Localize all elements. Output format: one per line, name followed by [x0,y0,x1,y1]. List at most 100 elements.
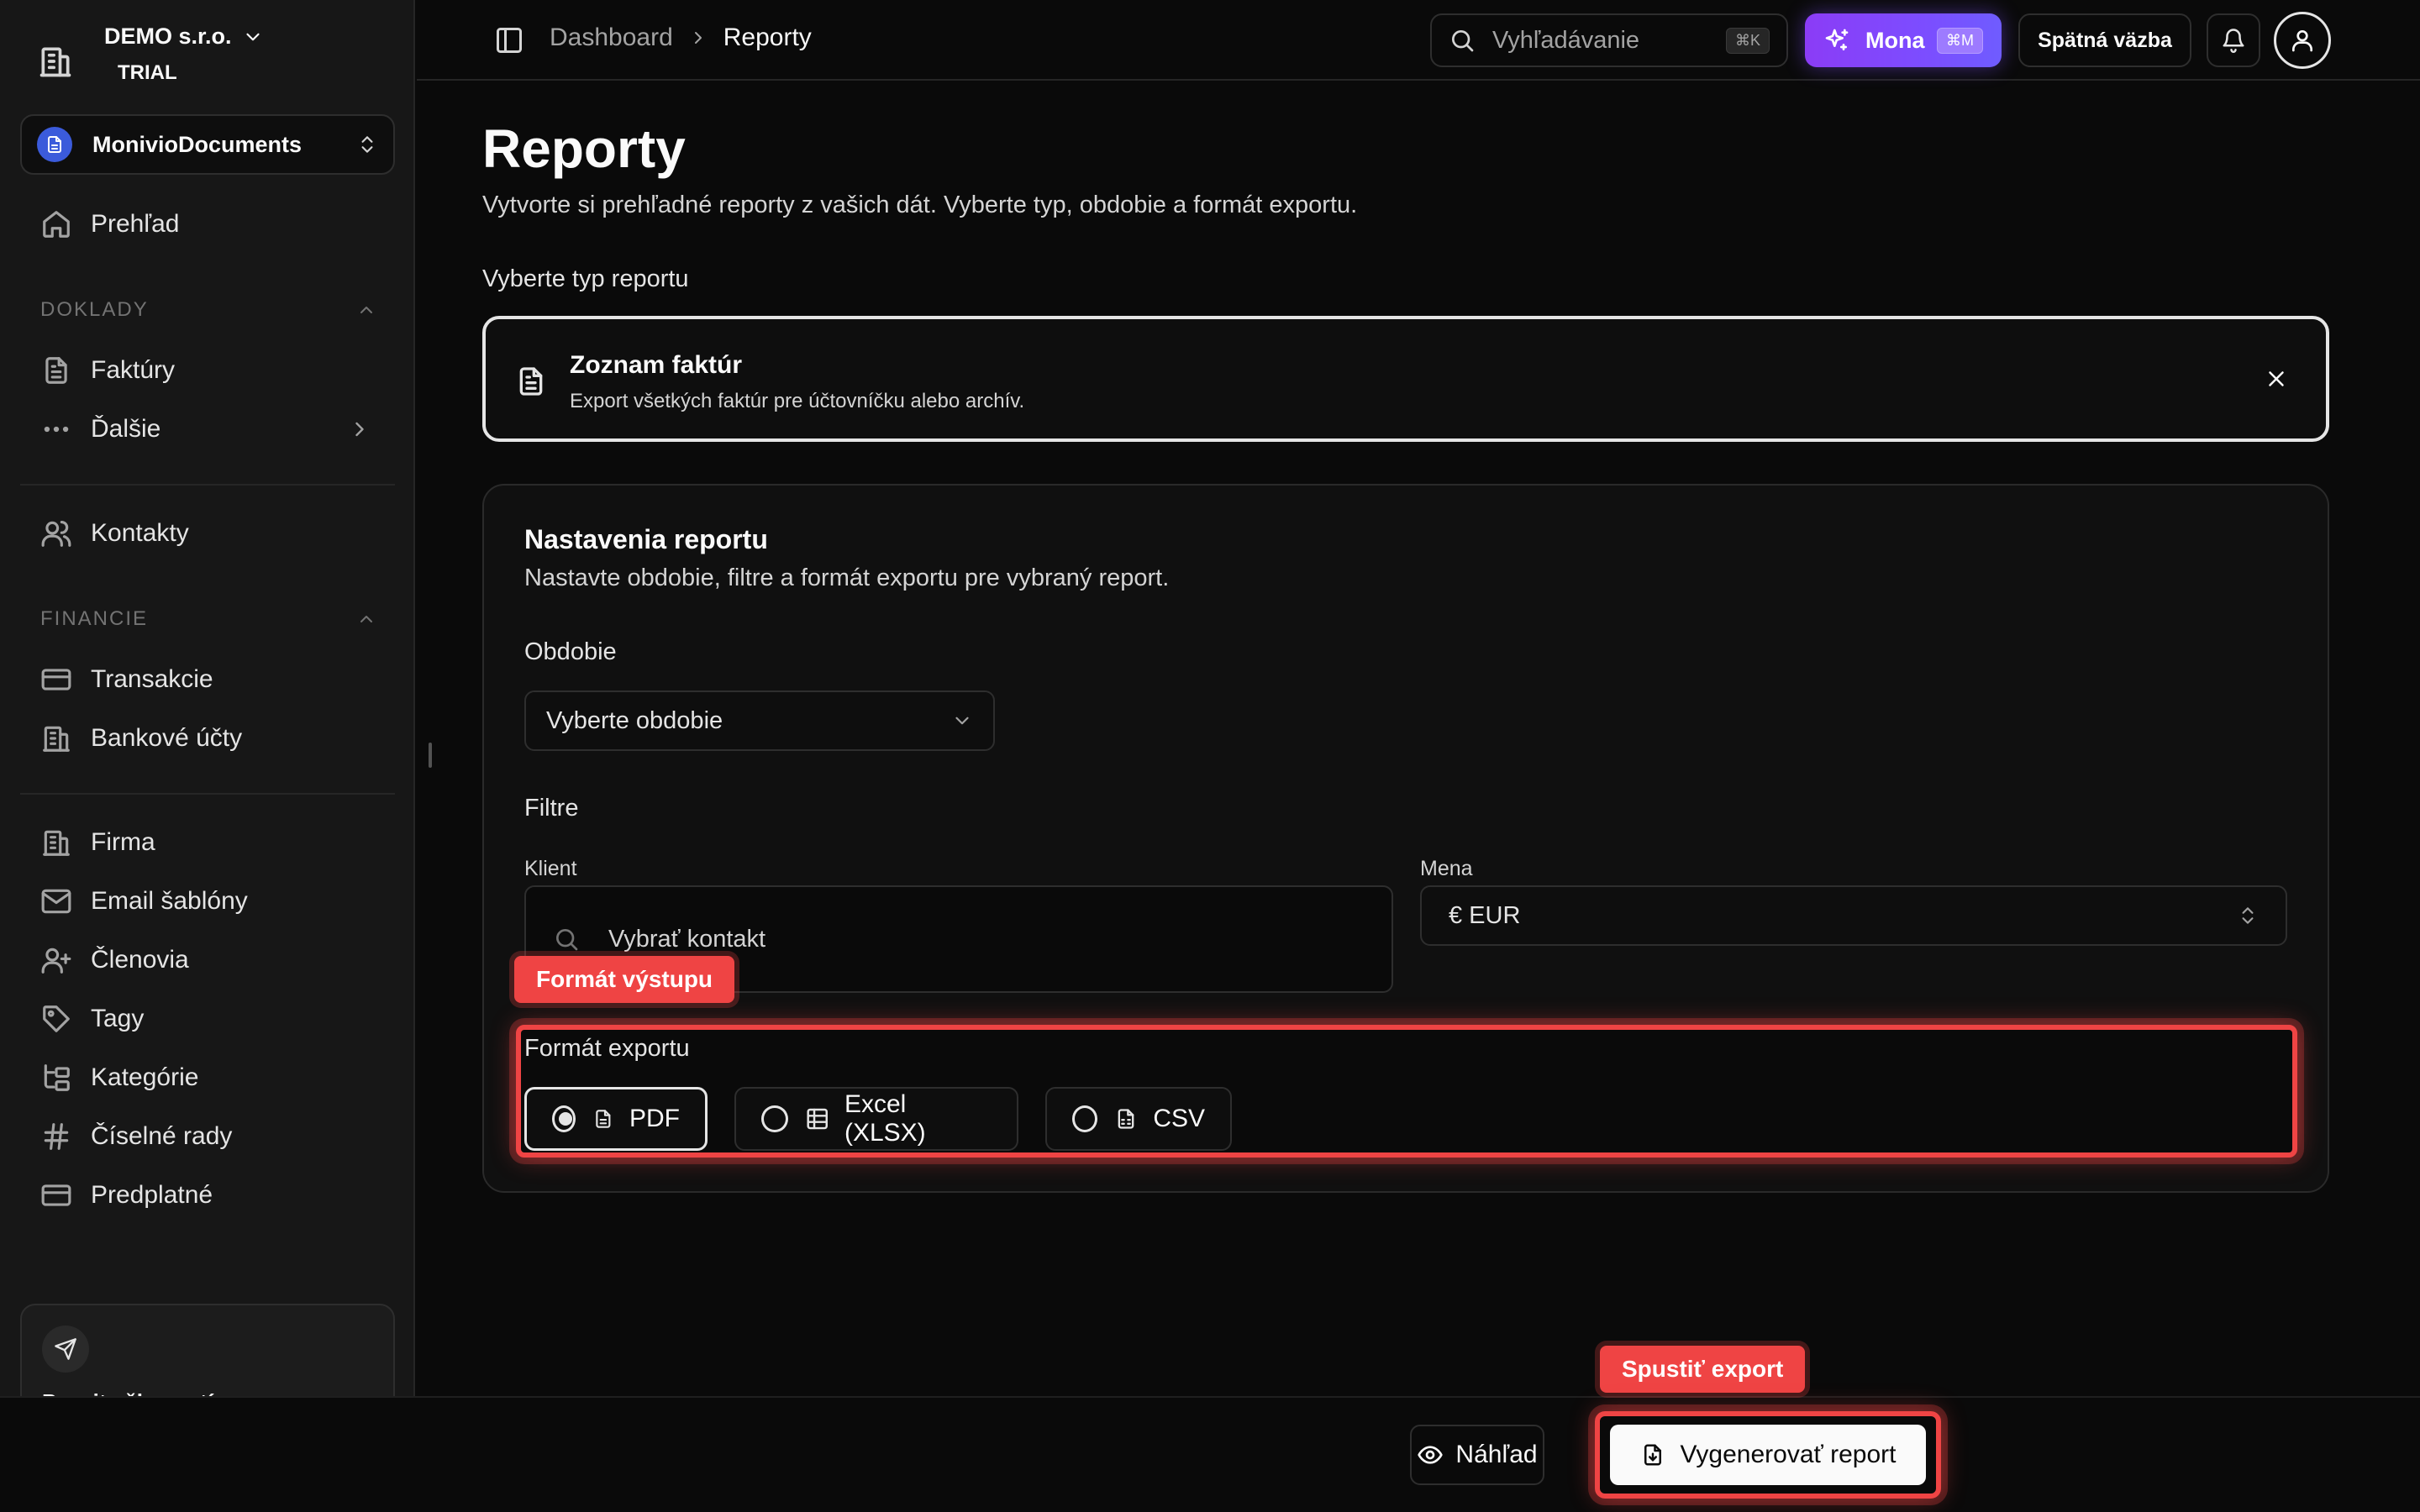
bank-icon [43,726,70,752]
search-icon [1452,30,1474,52]
report-type-description: Export všetkých faktúr pre účtovníčku al… [570,390,1025,412]
sidebar-item-faktury[interactable]: Faktúry [40,349,175,391]
generate-report-button[interactable]: Vygenerovať report [1610,1425,1926,1485]
breadcrumb-dashboard[interactable]: Dashboard [550,24,673,52]
close-icon[interactable] [2264,366,2289,391]
search-input[interactable]: Vyhľadávanie ⌘K [1430,13,1788,67]
period-label: Obdobie [524,638,617,665]
export-format-label: Formát exportu [524,1035,690,1062]
sidebar-item-dalsie[interactable]: Ďalšie [40,408,160,450]
generate-label: Vygenerovať report [1680,1441,1897,1468]
radio-unselected [1072,1105,1098,1132]
settings-subtitle: Nastavte obdobie, filtre a formát export… [524,564,1170,591]
currency-label: Mena [1420,857,1473,880]
hash-icon [44,1123,69,1150]
feedback-button[interactable]: Spätná väzba [2018,13,2191,67]
sidebar-item-label: Firma [91,828,155,856]
format-label: CSV [1153,1105,1205,1132]
sidebar-item-label: Predplatné [91,1181,213,1209]
sidebar-item-prehlad[interactable]: Prehľad [40,203,179,245]
radio-selected [552,1105,576,1132]
search-icon [556,929,578,951]
chevrons-up-down-icon [361,136,373,153]
file-spreadsheet-icon [1118,1109,1134,1129]
mona-ai-button[interactable]: Mona ⌘M [1805,13,2002,67]
preview-button[interactable]: Náhľad [1410,1425,1544,1485]
sidebar: DEMO s.r.o. TRIAL MonivioDocuments Prehľ… [0,0,415,1512]
sidebar-item-label: Bankové účty [91,724,243,752]
settings-title: Nastavenia reportu [524,524,768,554]
sidebar-item-transakcie[interactable]: Transakcie [40,659,213,701]
sidebar-item-label: Faktúry [91,356,176,384]
file-download-icon [1644,1444,1661,1466]
file-text-icon [519,367,543,396]
workspace-switcher[interactable]: MonivioDocuments [20,114,395,175]
send-icon [42,1326,89,1373]
home-icon [43,211,70,238]
more-horizontal-icon [44,426,69,433]
sidebar-item-clenovia[interactable]: Členovia [40,939,189,981]
notifications-button[interactable] [2207,13,2260,67]
format-label: PDF [629,1105,680,1132]
sidebar-item-label: Členovia [91,946,189,974]
breadcrumb: Dashboard Reporty [550,24,812,52]
currency-select[interactable]: € EUR [1420,885,2287,946]
sidebar-item-ciselne-rady[interactable]: Číselné rady [40,1116,232,1158]
user-avatar[interactable] [2274,12,2331,69]
format-highlight-tag: Formát výstupu [514,956,735,1003]
sidebar-item-kategorie[interactable]: Kategórie [40,1057,198,1099]
sidebar-item-kontakty[interactable]: Kontakty [40,512,189,554]
org-switcher[interactable]: DEMO s.r.o. TRIAL [37,24,264,85]
format-option-pdf[interactable]: PDF [524,1087,708,1151]
sidebar-item-predplatne[interactable]: Predplatné [40,1174,213,1216]
sidebar-item-label: Kontakty [91,519,189,547]
chevron-up-icon [360,616,372,622]
breadcrumb-current: Reporty [723,24,812,51]
sidebar-toggle-icon[interactable] [494,25,524,55]
sidebar-resize-handle[interactable] [429,743,432,768]
sidebar-item-label: Ďalšie [91,415,161,443]
client-placeholder: Vybrať kontakt [608,926,766,953]
sidebar-item-label: Transakcie [91,665,213,693]
mail-icon [41,889,71,914]
workspace-avatar [37,127,72,162]
chevrons-up-down-icon [2242,907,2254,924]
sidebar-item-firma[interactable]: Firma [40,822,155,864]
mona-shortcut: ⌘M [1937,27,1983,54]
sidebar-item-bankove-ucty[interactable]: Bankové účty [40,717,242,759]
user-icon [2292,30,2312,52]
credit-card-icon [41,669,71,690]
filters-label: Filtre [524,795,579,822]
format-option-csv[interactable]: CSV [1045,1087,1232,1151]
section-doklady[interactable]: DOKLADY [40,298,376,322]
section-label: DOKLADY [40,298,149,321]
users-icon [41,520,71,547]
period-select[interactable]: Vyberte obdobie [524,690,995,751]
search-shortcut: ⌘K [1725,27,1770,54]
chevron-right-icon [355,422,364,437]
sidebar-item-tagy[interactable]: Tagy [40,998,144,1040]
folder-tree-icon [44,1064,70,1091]
chevron-up-icon [360,307,372,313]
sidebar-item-label: Prehľad [91,210,180,238]
chevron-down-icon [955,717,969,725]
section-financie[interactable]: FINANCIE [40,607,376,631]
building-icon [39,47,71,76]
sparkles-icon [1825,29,1849,50]
page-subtitle: Vytvorte si prehľadné reporty z vašich d… [482,192,1358,218]
org-plan-badge: TRIAL [118,61,177,84]
radio-unselected [761,1105,788,1132]
chevron-down-icon [245,33,260,40]
page-title: Reporty [482,118,686,179]
sidebar-item-label: Tagy [91,1005,145,1032]
sidebar-item-email-sablony[interactable]: Email šablóny [40,880,248,922]
period-select-value: Vyberte obdobie [546,706,723,734]
preview-label: Náhľad [1455,1441,1538,1468]
eye-icon [1418,1446,1444,1464]
report-type-title: Zoznam faktúr [570,351,743,379]
export-highlight-tag: Spustiť export [1600,1346,1806,1393]
format-option-xlsx[interactable]: Excel (XLSX) [734,1087,1018,1151]
search-placeholder: Vyhľadávanie [1492,26,1640,54]
selected-report-type-card[interactable]: Zoznam faktúr Export všetkých faktúr pre… [482,316,2329,442]
sidebar-item-label: Email šablóny [91,887,248,915]
